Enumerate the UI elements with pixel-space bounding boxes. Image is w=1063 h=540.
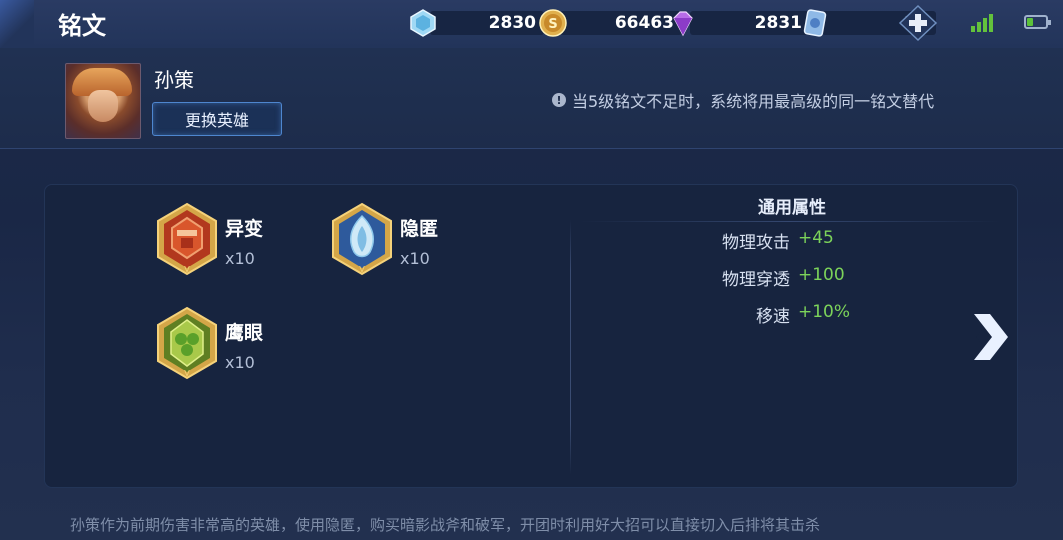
hero-tip: 孙策作为前期伤害非常高的英雄，使用隐匿，购买暗影战斧和破军，开团时利用好大招可以… — [70, 516, 821, 534]
purple-gem-icon — [673, 11, 693, 37]
svg-text:V: V — [184, 265, 190, 274]
diamond-crystal-icon — [410, 9, 436, 37]
panel-divider — [570, 220, 571, 475]
signal-bars-icon — [971, 14, 995, 32]
diamond-count: 2830 — [430, 11, 544, 35]
attribute-row: 物理攻击 +45 — [600, 228, 900, 253]
rune-name: 隐匿 — [400, 218, 439, 240]
rune-item-yingyan[interactable]: V 鹰眼 x10 — [155, 306, 263, 380]
attribute-row: 物理穿透 +100 — [600, 265, 900, 290]
resource-gem[interactable]: 2831 — [668, 10, 810, 37]
notice: ! 当5级铭文不足时，系统将用最高级的同一铭文替代 — [552, 88, 934, 112]
attributes-divider — [580, 221, 1000, 222]
attribute-value: +100 — [798, 265, 845, 285]
attribute-name: 移速 — [756, 307, 790, 327]
battery-fill — [1027, 18, 1033, 26]
resource-gold[interactable]: S 66463 — [538, 9, 682, 37]
rune-item-yibian[interactable]: V 异变 x10 — [155, 202, 263, 276]
attribute-name: 物理穿透 — [722, 270, 790, 290]
rune-name: 异变 — [225, 218, 264, 240]
info-icon: ! — [552, 93, 566, 107]
page-title: 铭文 — [58, 12, 106, 40]
rune-count: x10 — [225, 249, 255, 268]
attribute-value: +10% — [798, 302, 851, 322]
rune-yibian-icon: V — [157, 202, 217, 276]
svg-text:V: V — [359, 265, 365, 274]
rune-yinni-icon: V — [332, 202, 392, 276]
gem-count: 2831 — [690, 11, 810, 35]
chevron-right-icon[interactable] — [970, 310, 1010, 364]
svg-text:S: S — [548, 17, 557, 32]
notice-text: 当5级铭文不足时，系统将用最高级的同一铭文替代 — [572, 92, 935, 111]
resource-diamond[interactable]: 2830 — [408, 9, 544, 37]
svg-text:V: V — [184, 369, 190, 378]
gold-coin-icon: S — [539, 9, 567, 37]
attribute-name: 物理攻击 — [722, 233, 790, 253]
attributes-title: 通用属性 — [758, 198, 826, 218]
plus-icon[interactable] — [898, 4, 938, 42]
change-hero-button[interactable]: 更换英雄 — [152, 102, 282, 136]
ticket-card-icon — [803, 9, 827, 37]
rune-name: 鹰眼 — [225, 322, 264, 344]
rune-count: x10 — [225, 353, 255, 372]
gold-count: 66463 — [560, 11, 682, 35]
attribute-row: 移速 +10% — [600, 302, 900, 327]
attribute-value: +45 — [798, 228, 834, 248]
battery-icon — [1024, 15, 1051, 29]
rune-item-yinni[interactable]: V 隐匿 x10 — [330, 202, 438, 276]
hero-name: 孙策 — [154, 68, 194, 92]
rune-count: x10 — [400, 249, 430, 268]
rune-yingyan-icon: V — [157, 306, 217, 380]
hero-avatar[interactable] — [65, 63, 141, 139]
